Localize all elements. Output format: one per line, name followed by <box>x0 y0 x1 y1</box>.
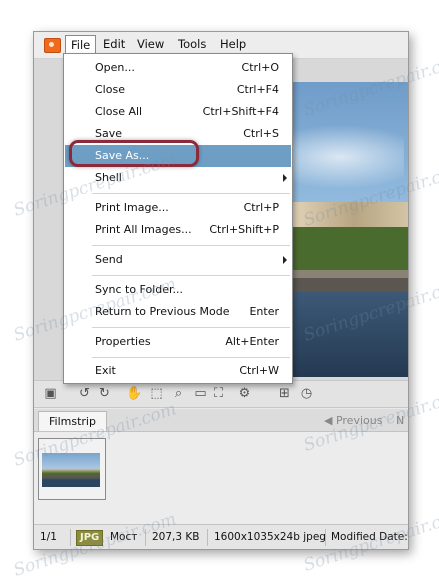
menu-edit[interactable]: Edit <box>98 35 130 54</box>
filmstrip-thumbnail[interactable] <box>38 438 106 500</box>
save-icon[interactable]: ▣ <box>42 385 59 402</box>
next-button[interactable]: N <box>396 412 404 429</box>
thumbnail-image <box>42 453 100 487</box>
settings-icon[interactable]: ⚙ <box>236 385 253 402</box>
image-index: 1/1 <box>40 531 57 543</box>
status-bar: 1/1 JPG Мост 207,3 KB 1600x1035x24b jpeg… <box>34 524 408 549</box>
menu-item-print-all-images[interactable]: Print All Images... Ctrl+Shift+P <box>65 219 291 241</box>
filmstrip-header: Filmstrip ◀ Previous N <box>34 409 408 432</box>
menu-separator <box>92 193 290 194</box>
modified-date: Modified Date: <box>331 531 408 543</box>
file-size: 207,3 KB <box>152 531 200 543</box>
submenu-arrow-icon <box>283 256 287 264</box>
menu-tools[interactable]: Tools <box>173 35 211 54</box>
adjust-icon[interactable]: ⊞ <box>276 385 293 402</box>
menu-item-open[interactable]: Open... Ctrl+O <box>65 57 291 79</box>
menu-item-properties[interactable]: Properties Alt+Enter <box>65 331 291 353</box>
timer-icon[interactable]: ◷ <box>298 385 315 402</box>
menu-item-send[interactable]: Send <box>65 249 291 271</box>
app-logo-icon[interactable] <box>44 38 61 53</box>
menu-item-shell[interactable]: Shell <box>65 167 291 189</box>
file-menu-dropdown: Open... Ctrl+O Close Ctrl+F4 Close All Ctrl… <box>63 53 293 384</box>
menu-view[interactable]: View <box>132 35 169 54</box>
menu-separator <box>92 327 290 328</box>
menu-item-close[interactable]: Close Ctrl+F4 <box>65 79 291 101</box>
menu-separator <box>92 357 290 358</box>
menu-separator <box>92 245 290 246</box>
hand-tool-icon[interactable]: ✋ <box>126 385 143 402</box>
previous-button[interactable]: ◀ Previous <box>324 412 382 429</box>
menu-separator <box>92 275 290 276</box>
fit-icon[interactable]: ▭ <box>192 385 209 402</box>
viewer-toolbar: ▣ ↺ ↻ ✋ ⬚ ⌕ ▭ ⛶ ⚙ ⊞ ◷ <box>34 380 408 408</box>
rotate-left-icon[interactable]: ↺ <box>76 385 93 402</box>
tab-filmstrip[interactable]: Filmstrip <box>38 411 107 431</box>
menu-item-sync-to-folder[interactable]: Sync to Folder... <box>65 279 291 301</box>
menu-item-print-image[interactable]: Print Image... Ctrl+P <box>65 197 291 219</box>
fullscreen-icon[interactable]: ⛶ <box>210 385 227 402</box>
filmstrip <box>34 432 408 524</box>
submenu-arrow-icon <box>283 174 287 182</box>
menu-item-exit[interactable]: Exit Ctrl+W <box>65 360 291 382</box>
image-info: 1600x1035x24b jpeg <box>214 531 326 543</box>
save-as-highlight-ring <box>69 140 199 167</box>
image-name: Мост <box>110 531 138 543</box>
rotate-right-icon[interactable]: ↻ <box>96 385 113 402</box>
menu-help[interactable]: Help <box>215 35 251 54</box>
format-badge: JPG <box>76 530 104 546</box>
select-tool-icon[interactable]: ⬚ <box>148 385 165 402</box>
zoom-icon[interactable]: ⌕ <box>170 385 187 402</box>
menu-item-return-previous-mode[interactable]: Return to Previous Mode Enter <box>65 301 291 323</box>
menu-item-close-all[interactable]: Close All Ctrl+Shift+F4 <box>65 101 291 123</box>
